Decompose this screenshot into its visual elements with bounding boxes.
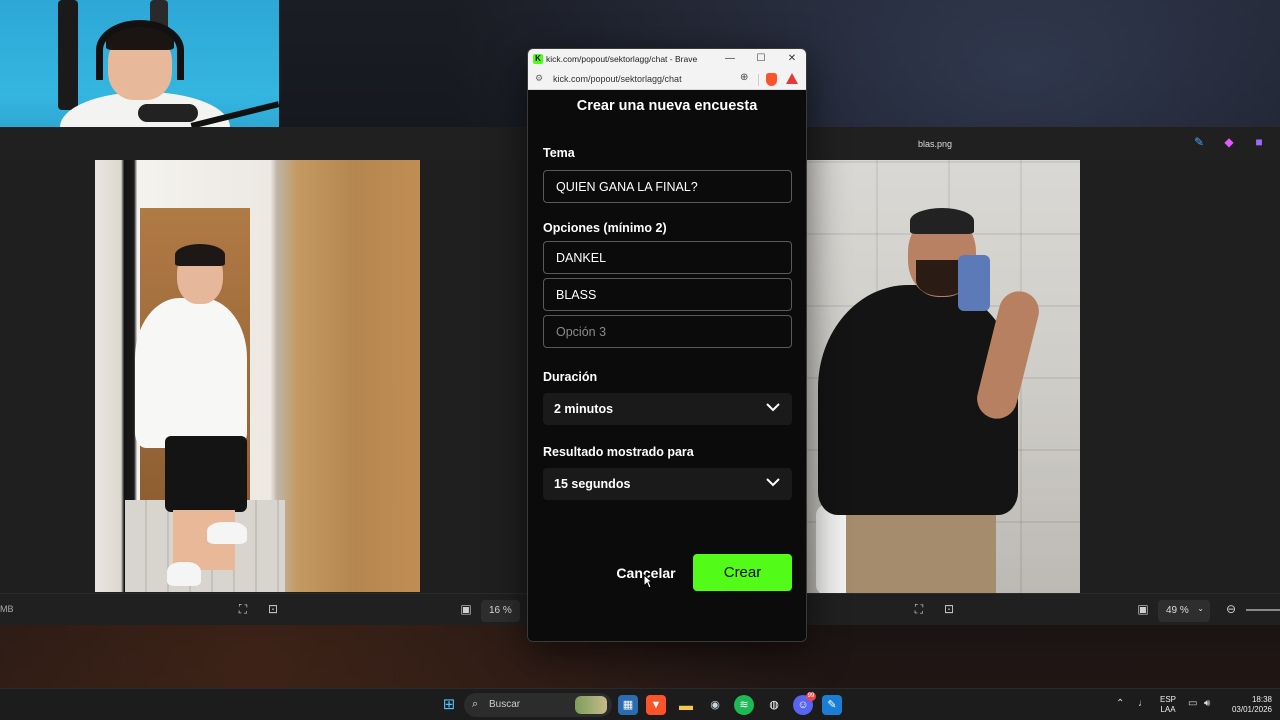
kick-logo-icon: K [533, 54, 543, 64]
duration-label: Duración [543, 370, 598, 384]
topic-label: Tema [543, 146, 575, 160]
search-icon: ⌕ [472, 698, 479, 710]
spotify-icon[interactable]: ≋ [734, 695, 754, 715]
designer-icon[interactable]: ■ [1252, 135, 1266, 149]
zoom-value: 16 % [489, 605, 512, 616]
url-divider [758, 74, 759, 86]
minimize-button[interactable]: — [720, 51, 740, 67]
option-1-input[interactable] [543, 241, 792, 274]
poll-heading: Crear una nueva encuesta [576, 98, 758, 114]
photo-person-shirt [135, 298, 247, 448]
search-highlight-image [575, 696, 607, 714]
brave-rewards-icon[interactable] [786, 73, 798, 84]
photo-person-shorts [165, 436, 247, 512]
duration-select[interactable]: 2 minutos [543, 393, 792, 425]
address-bar[interactable]: ⚙ kick.com/popout/sektorlagg/chat ⊕ [528, 70, 806, 90]
window-title: kick.com/popout/sektorlagg/chat - Brave [546, 54, 698, 64]
chevron-down-icon [766, 403, 780, 412]
create-button[interactable]: Crear [693, 554, 792, 591]
windows-start-icon[interactable]: ⊞ [439, 695, 459, 715]
photos-app-icon[interactable]: ▦ [618, 695, 638, 715]
photo-person-shoe [167, 562, 201, 586]
actual-size-icon[interactable]: ⊡ [266, 602, 280, 616]
language-indicator[interactable]: ESP LAA [1158, 695, 1178, 715]
screenshot-icon[interactable]: ▣ [459, 602, 473, 616]
viewer-titlebar [0, 127, 528, 159]
obs-icon[interactable]: ◍ [764, 695, 784, 715]
viewer-toolbar: ⛶ ⊡ ▣ 49 % ⌄ ⊖ [806, 593, 1280, 625]
option-3-input[interactable] [543, 315, 792, 348]
brave-popup-window: K kick.com/popout/sektorlagg/chat - Brav… [527, 48, 807, 642]
search-placeholder: Buscar [489, 699, 521, 710]
edit-icon[interactable]: ✎ [1192, 135, 1206, 149]
language-code: ESP [1159, 695, 1176, 704]
brave-shield-icon[interactable] [766, 73, 777, 86]
viewer-titlebar: blas.png ✎ ◆ ■ [806, 127, 1280, 159]
zoom-level[interactable]: 16 % [481, 600, 520, 622]
url-text[interactable]: kick.com/popout/sektorlagg/chat [553, 74, 682, 84]
option-2-input[interactable] [543, 278, 792, 311]
clock-time: 18:38 [1251, 695, 1272, 704]
result-duration-value: 15 segundos [554, 477, 631, 491]
result-duration-label: Resultado mostrado para [543, 445, 694, 459]
result-duration-select[interactable]: 15 segundos [543, 468, 792, 500]
photo-right [806, 160, 1080, 593]
file-explorer-icon[interactable]: ▬ [676, 695, 696, 715]
fit-screen-icon[interactable]: ⛶ [912, 602, 926, 616]
viewer-file-name: blas.png [918, 139, 953, 149]
topic-input[interactable] [543, 170, 792, 203]
clock[interactable]: 18:38 03/01/2026 [1224, 695, 1272, 715]
photo-person-cap [910, 208, 974, 234]
keyboard-layout: LAA [1160, 705, 1176, 714]
zoom-level[interactable]: 49 % ⌄ [1158, 600, 1210, 622]
viewer-toolbar: MB ⛶ ⊡ ▣ 16 % [0, 593, 528, 625]
discord-notification-badge: 99 [806, 692, 816, 701]
maximize-button[interactable]: ☐ [751, 51, 771, 67]
fit-screen-icon[interactable]: ⛶ [236, 602, 250, 616]
brave-browser-icon[interactable]: ▼ [646, 695, 666, 715]
screenshot-icon[interactable]: ▣ [1136, 602, 1150, 616]
paint-app-icon[interactable]: ✎ [822, 695, 842, 715]
photo-left [95, 160, 420, 592]
zoom-slider[interactable] [1246, 609, 1280, 611]
options-label: Opciones (mínimo 2) [543, 221, 667, 235]
clock-date: 03/01/2026 [1231, 705, 1272, 714]
close-button[interactable]: ✕ [782, 51, 802, 67]
file-size-label: MB [0, 604, 14, 614]
window-titlebar: K kick.com/popout/sektorlagg/chat - Brav… [528, 49, 806, 70]
zoom-out-icon[interactable]: ⊖ [1224, 602, 1238, 616]
mouse-cursor-icon [643, 574, 653, 589]
poll-dialog: Crear una nueva encuesta Tema Opciones (… [528, 90, 806, 641]
photo-person-hair [175, 244, 225, 266]
headphones [96, 20, 184, 80]
actual-size-icon[interactable]: ⊡ [942, 602, 956, 616]
chevron-down-icon: ⌄ [1197, 604, 1204, 613]
taskbar-search[interactable]: ⌕ Buscar [464, 693, 612, 717]
microphone-icon[interactable]: ♩ [1138, 698, 1148, 709]
zoom-value: 49 % [1166, 605, 1189, 616]
photo-person-shoe [207, 522, 247, 544]
copilot-icon[interactable]: ◆ [1222, 135, 1236, 149]
network-icon[interactable]: ▭ [1188, 698, 1197, 709]
volume-icon[interactable]: 🔊︎ [1204, 698, 1210, 709]
chevron-down-icon [766, 478, 780, 487]
guitar-decoration [58, 0, 78, 110]
steam-icon[interactable]: ◉ [705, 695, 725, 715]
taskbar: ⊞ ⌕ Buscar ▦ ▼ ▬ ◉ ≋ ◍ ☺ 99 ✎ ⌃ ♩ ESP LA… [0, 688, 1280, 720]
duration-value: 2 minutos [554, 402, 614, 416]
zoom-icon[interactable]: ⊕ [740, 72, 748, 83]
photo-phone [958, 255, 990, 311]
site-info-icon[interactable]: ⚙ [535, 73, 543, 84]
microphone [138, 104, 198, 122]
chevron-up-icon[interactable]: ⌃ [1116, 698, 1124, 709]
